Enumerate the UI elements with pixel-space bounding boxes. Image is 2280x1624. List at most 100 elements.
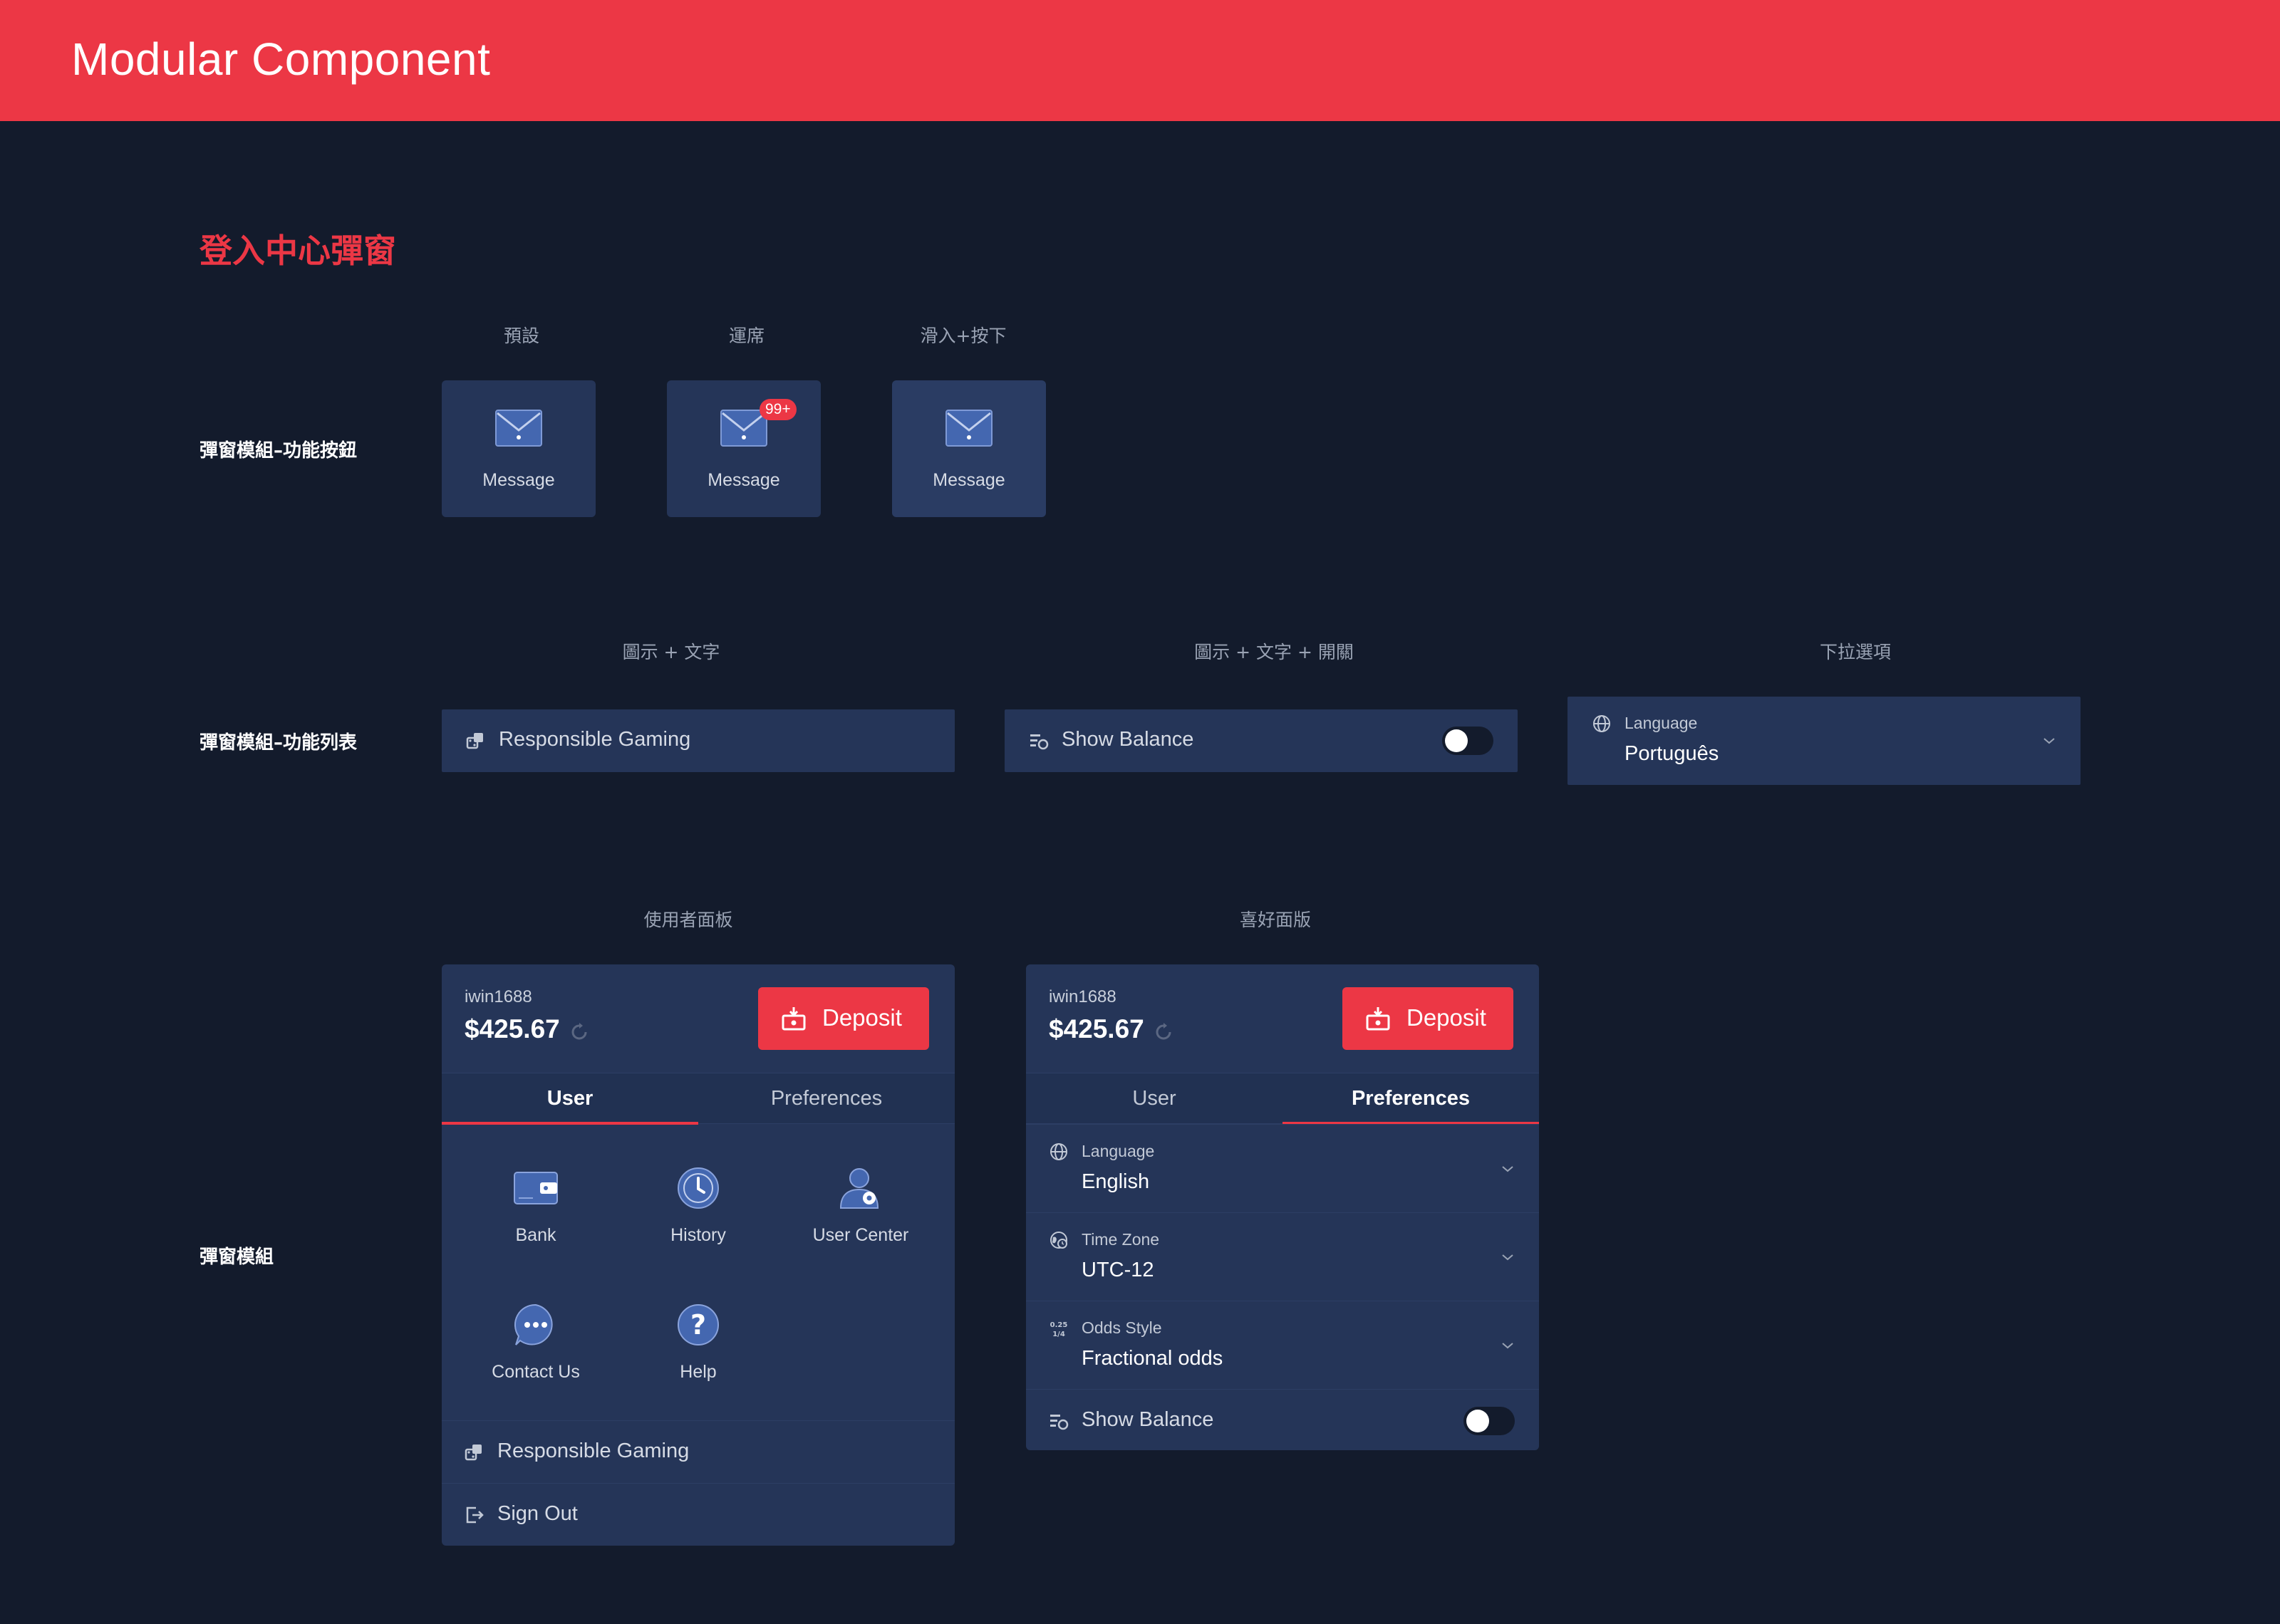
dropdown-label: Language (1082, 1142, 1155, 1160)
dropdown-value: Português (1624, 742, 1719, 765)
list-item-label: Show Balance (1062, 728, 1194, 751)
dropdown-value: UTC-12 (1082, 1259, 1154, 1281)
menu-item-user-center[interactable]: User Center (782, 1164, 939, 1271)
preferences-panel: iwin1688 $425.67 Deposit User Preference… (1026, 964, 1539, 1450)
state-label-default: 預設 (503, 326, 540, 346)
menu-item-contact-us[interactable]: Contact Us (457, 1301, 614, 1407)
col-label-dropdown: 下拉選項 (1819, 642, 1892, 662)
svg-text:1/4: 1/4 (1052, 1331, 1065, 1338)
balance-amount: $425.67 (465, 1014, 560, 1043)
account-summary: iwin1688 $425.67 Deposit (442, 964, 955, 1073)
col-label-user-panel: 使用者面板 (643, 910, 733, 930)
dropdown-value: Fractional odds (1082, 1347, 1223, 1370)
col-label-icon-text-toggle: 圖示 + 文字 + 開關 (1194, 642, 1354, 662)
globe-icon (1050, 1143, 1067, 1160)
deposit-label: Deposit (1406, 1004, 1486, 1031)
notification-badge: 99+ (760, 399, 797, 420)
state-label-present: 運席 (728, 326, 765, 346)
clock-icon (678, 1167, 719, 1209)
menu-item-label: Bank (515, 1225, 556, 1245)
deposit-button[interactable]: Deposit (1342, 987, 1513, 1050)
menu-item-help[interactable]: ? Help (620, 1301, 777, 1407)
pref-language-dropdown[interactable]: Language English (1026, 1124, 1539, 1212)
chevron-down-icon (1502, 1343, 1513, 1349)
dice-icon (465, 1445, 482, 1461)
chevron-down-icon (1502, 1254, 1513, 1261)
menu-item-label: History (670, 1225, 726, 1245)
envelope-icon (945, 410, 993, 447)
menu-item-label: Contact Us (492, 1362, 580, 1382)
tab-preferences[interactable]: Preferences (1282, 1073, 1539, 1125)
panel-row-label: Responsible Gaming (497, 1440, 690, 1462)
refresh-icon[interactable] (569, 1021, 590, 1043)
account-summary: iwin1688 $425.67 Deposit (1026, 964, 1539, 1073)
responsible-gaming-item[interactable]: Responsible Gaming (442, 709, 955, 772)
pref-show-balance: Show Balance (1026, 1389, 1539, 1450)
tab-user[interactable]: User (1026, 1073, 1282, 1125)
pref-timezone-dropdown[interactable]: Time Zone UTC-12 (1026, 1212, 1539, 1301)
svg-text:0.25: 0.25 (1050, 1321, 1068, 1329)
pref-odds-dropdown[interactable]: 0.25 1/4 Odds Style Fractional odds (1026, 1301, 1539, 1389)
chevron-down-icon (1502, 1166, 1513, 1172)
username: iwin1688 (1049, 987, 1116, 1006)
user-panel: iwin1688 $425.67 Deposit User Preference… (442, 964, 955, 1546)
envelope-icon (495, 410, 542, 447)
page-header: Modular Component (0, 0, 2280, 121)
question-icon: ? (678, 1304, 719, 1345)
refresh-icon[interactable] (1153, 1021, 1174, 1043)
menu-item-label: User Center (812, 1225, 909, 1245)
sign-out-icon (466, 1506, 484, 1524)
balance-icon (1050, 1415, 1069, 1430)
balance-icon (1030, 734, 1049, 750)
deposit-button[interactable]: Deposit (758, 987, 929, 1050)
tab-user[interactable]: User (442, 1073, 698, 1125)
wallet-icon (514, 1172, 558, 1204)
user-gear-icon (839, 1168, 879, 1209)
message-button-notified[interactable]: 99+ Message (667, 380, 821, 517)
state-label-hover: 滑入+按下 (920, 326, 1007, 346)
clock-globe-icon (1050, 1232, 1067, 1249)
dice-icon (466, 733, 483, 749)
row-label-list: 彈窗模組–功能列表 (200, 732, 358, 754)
message-button-label: Message (933, 470, 1005, 490)
dropdown-label: Odds Style (1082, 1318, 1162, 1337)
menu-item-bank[interactable]: Bank (457, 1164, 614, 1271)
language-dropdown[interactable]: Language Português (1568, 697, 2080, 785)
tab-preferences[interactable]: Preferences (698, 1073, 955, 1125)
deposit-icon (1366, 1007, 1390, 1031)
panel-row-responsible-gaming[interactable]: Responsible Gaming (442, 1420, 955, 1483)
message-button-hover[interactable]: Message (892, 380, 1046, 517)
chevron-down-icon (2043, 738, 2055, 744)
show-balance-toggle[interactable] (1442, 727, 1493, 755)
message-button-label: Message (708, 470, 780, 490)
globe-icon (1593, 715, 1610, 732)
menu-item-label: Help (680, 1362, 717, 1382)
svg-text:?: ? (690, 1309, 706, 1341)
toggle-knob (1445, 729, 1468, 752)
list-item-label: Responsible Gaming (499, 728, 691, 751)
odds-icon: 0.25 1/4 (1050, 1321, 1068, 1338)
menu-item-history[interactable]: History (620, 1164, 777, 1271)
col-label-prefs-panel: 喜好面版 (1239, 910, 1312, 930)
balance-amount: $425.67 (1049, 1014, 1144, 1043)
chat-bubble-icon (514, 1303, 553, 1345)
panel-tabs: User Preferences (442, 1073, 955, 1125)
dropdown-value: English (1082, 1170, 1150, 1193)
row-label-module: 彈窗模組 (200, 1246, 274, 1268)
col-label-icon-text: 圖示 + 文字 (622, 642, 720, 662)
panel-row-label: Show Balance (1082, 1408, 1214, 1431)
toggle-knob (1466, 1410, 1489, 1432)
row-label-buttons: 彈窗模組–功能按鈕 (200, 440, 358, 462)
message-button-default[interactable]: Message (442, 380, 596, 517)
deposit-icon (782, 1007, 806, 1031)
section-title: 登入中心彈窗 (200, 231, 396, 270)
panel-row-sign-out[interactable]: Sign Out (442, 1483, 955, 1546)
message-button-label: Message (482, 470, 555, 490)
show-balance-toggle[interactable] (1463, 1407, 1515, 1435)
page-title: Modular Component (71, 33, 491, 85)
dropdown-label: Language (1624, 714, 1698, 732)
panel-row-label: Sign Out (497, 1502, 578, 1525)
deposit-label: Deposit (822, 1004, 902, 1031)
panel-tabs: User Preferences (1026, 1073, 1539, 1125)
dropdown-label: Time Zone (1082, 1230, 1160, 1249)
